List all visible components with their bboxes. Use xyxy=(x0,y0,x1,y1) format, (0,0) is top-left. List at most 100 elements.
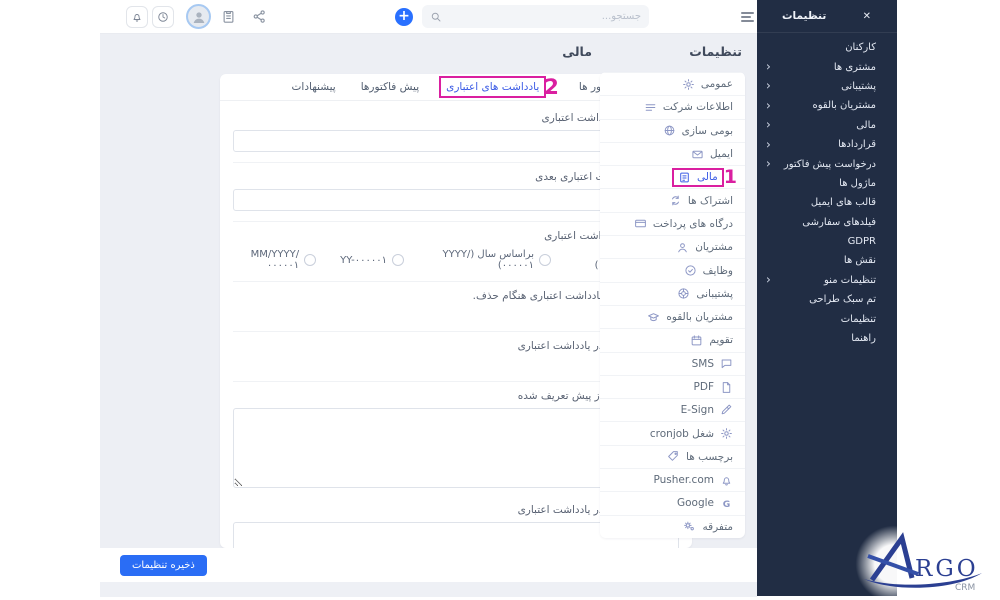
search-bar xyxy=(422,5,649,28)
tag-icon xyxy=(667,450,680,463)
drawer-menu-item[interactable]: مالی ‹ xyxy=(757,116,897,135)
settings-item-box: اشتراک ها xyxy=(665,193,737,208)
logo-sub-text: CRM xyxy=(955,583,975,593)
settings-item-box: ایمیل xyxy=(687,147,737,162)
settings-menu-item[interactable]: بومی سازی xyxy=(600,119,745,142)
tab-label: پیش فاکتورها xyxy=(356,78,424,96)
settings-menu-item[interactable]: ایمیل xyxy=(600,142,745,165)
check-icon xyxy=(684,264,697,277)
drawer-item-label: ماژول ها xyxy=(839,178,876,189)
settings-menu-item[interactable]: cronjob شغل xyxy=(600,421,745,444)
settings-menu-item[interactable]: Pusher.com xyxy=(600,468,745,491)
tab-label: یادداشت های اعتباری xyxy=(439,76,546,98)
drawer-item-label: مشتریان بالقوه xyxy=(812,100,876,111)
settings-item-label: SMS xyxy=(692,358,714,370)
drawer-menu: کارکنان ‹ مشتری ها ‹ پشتیبانی ‹ مشتریان … xyxy=(757,33,897,348)
add-button[interactable]: + xyxy=(395,8,413,26)
logo-name-text: RGO xyxy=(915,556,979,582)
settings-item-label: ایمیل xyxy=(710,148,733,160)
tab[interactable]: پیشنهادات xyxy=(287,78,341,96)
drawer-menu-item[interactable]: درخواست پیش فاکتور ‹ xyxy=(757,154,897,173)
settings-item-label: مشتریان بالقوه xyxy=(666,311,733,323)
page-title: مالی xyxy=(562,44,592,59)
drawer-item-label: مشتری ها xyxy=(834,62,876,73)
settings-item-box: برچسب ها xyxy=(663,449,737,464)
settings-menu-item[interactable]: اطلاعات شرکت xyxy=(600,95,745,118)
tab[interactable]: پیش فاکتورها xyxy=(356,78,424,96)
topbar: + xyxy=(100,0,757,34)
settings-item-label: اشتراک ها xyxy=(688,195,733,207)
drawer-menu-item[interactable]: کارکنان ‹ xyxy=(757,38,897,57)
share-icon xyxy=(252,9,267,24)
radio-option[interactable]: MM/YYYY/۰۰۰۰۰۱ xyxy=(233,249,316,271)
settings-item-box: Google xyxy=(673,496,737,511)
settings-menu-item[interactable]: مشتریان بالقوه xyxy=(600,305,745,328)
chevron-left-icon: ‹ xyxy=(766,120,771,130)
settings-menu-item[interactable]: PDF xyxy=(600,375,745,398)
drawer-menu-item[interactable]: تنظیمات ‹ xyxy=(757,309,897,328)
footer-band: ذخیره تنظیمات xyxy=(100,548,757,582)
footer-strip xyxy=(100,582,757,597)
tab-label: پیشنهادات xyxy=(287,78,341,96)
drawer-item-label: کارکنان xyxy=(845,42,876,53)
drawer-item-label: تم سبک طراحی xyxy=(809,294,876,305)
drawer-menu-item[interactable]: تنظیمات منو ‹ xyxy=(757,271,897,290)
drawer-menu-item[interactable]: راهنما ‹ xyxy=(757,329,897,348)
settings-item-label: پشتیبانی xyxy=(696,288,733,300)
drawer-item-label: درخواست پیش فاکتور xyxy=(784,159,876,170)
settings-item-label: بومی سازی xyxy=(682,125,733,137)
drawer-item-label: نقش ها xyxy=(844,255,876,266)
filter-lines-icon[interactable] xyxy=(741,12,754,24)
settings-menu-item[interactable]: اشتراک ها xyxy=(600,188,745,211)
quick-share-button[interactable] xyxy=(252,9,267,24)
drawer-menu-item[interactable]: فیلدهای سفارشی ‹ xyxy=(757,213,897,232)
tab[interactable]: 2 یادداشت های اعتباری xyxy=(439,76,559,98)
settings-menu-item[interactable]: مشتریان xyxy=(600,235,745,258)
settings-item-box: تقویم xyxy=(686,333,737,348)
drawer-menu-item[interactable]: قالب های ایمیل ‹ xyxy=(757,193,897,212)
radio-option[interactable]: براساس سال (YYYY/۰۰۰۰۰۱) xyxy=(428,249,551,271)
settings-menu-item[interactable]: 1 مالی xyxy=(600,165,745,188)
bell-icon xyxy=(131,11,143,23)
drawer-item-label: تنظیمات xyxy=(841,314,876,325)
drawer-menu-item[interactable]: مشتریان بالقوه ‹ xyxy=(757,96,897,115)
notifications-button[interactable] xyxy=(126,6,148,28)
settings-menu-item[interactable]: SMS xyxy=(600,352,745,375)
settings-menu-item[interactable]: وظایف xyxy=(600,258,745,281)
settings-panel-title: تنظیمات xyxy=(689,44,742,59)
radio-option[interactable]: YY-۰۰۰۰۰۱ xyxy=(340,254,404,266)
drawer-close-button[interactable]: ✕ xyxy=(863,11,871,22)
chevron-left-icon: ‹ xyxy=(766,139,771,149)
settings-item-box: پشتیبانی xyxy=(673,286,737,301)
drawer-menu-item[interactable]: پشتیبانی ‹ xyxy=(757,77,897,96)
search-input[interactable] xyxy=(442,11,641,22)
settings-menu-item[interactable]: برچسب ها xyxy=(600,445,745,468)
settings-drawer: تنظیمات ✕ کارکنان ‹ مشتری ها ‹ پشتیبانی … xyxy=(757,0,897,596)
radio-icon xyxy=(392,254,404,266)
settings-item-box: وظایف xyxy=(680,263,737,278)
grad-icon xyxy=(647,311,660,324)
drawer-menu-item[interactable]: GDPR ‹ xyxy=(757,232,897,251)
settings-menu-item[interactable]: پشتیبانی xyxy=(600,282,745,305)
drawer-menu-item[interactable]: مشتری ها ‹ xyxy=(757,57,897,76)
annotation-step-number: 1 xyxy=(724,167,737,187)
chevron-left-icon: ‹ xyxy=(766,62,771,72)
recent-activity-button[interactable] xyxy=(152,6,174,28)
radio-icon xyxy=(304,254,316,266)
drawer-item-label: فیلدهای سفارشی xyxy=(802,217,876,228)
save-settings-button[interactable]: ذخیره تنظیمات xyxy=(120,555,207,576)
settings-menu-item[interactable]: درگاه های پرداخت xyxy=(600,212,745,235)
drawer-menu-item[interactable]: قراردادها ‹ xyxy=(757,135,897,154)
settings-menu-item[interactable]: عمومی xyxy=(600,72,745,95)
settings-menu-item[interactable]: متفرقه xyxy=(600,515,745,538)
drawer-menu-item[interactable]: نقش ها ‹ xyxy=(757,251,897,270)
user-avatar[interactable] xyxy=(186,4,211,29)
settings-item-box: اطلاعات شرکت xyxy=(640,100,737,115)
drawer-menu-item[interactable]: ماژول ها ‹ xyxy=(757,174,897,193)
settings-menu-item[interactable]: E-Sign xyxy=(600,398,745,421)
settings-menu-item[interactable]: تقویم xyxy=(600,328,745,351)
timesheet-button[interactable] xyxy=(221,9,236,24)
drawer-menu-item[interactable]: تم سبک طراحی ‹ xyxy=(757,290,897,309)
drawer-item-label: راهنما xyxy=(851,333,876,344)
settings-menu-item[interactable]: Google xyxy=(600,491,745,514)
